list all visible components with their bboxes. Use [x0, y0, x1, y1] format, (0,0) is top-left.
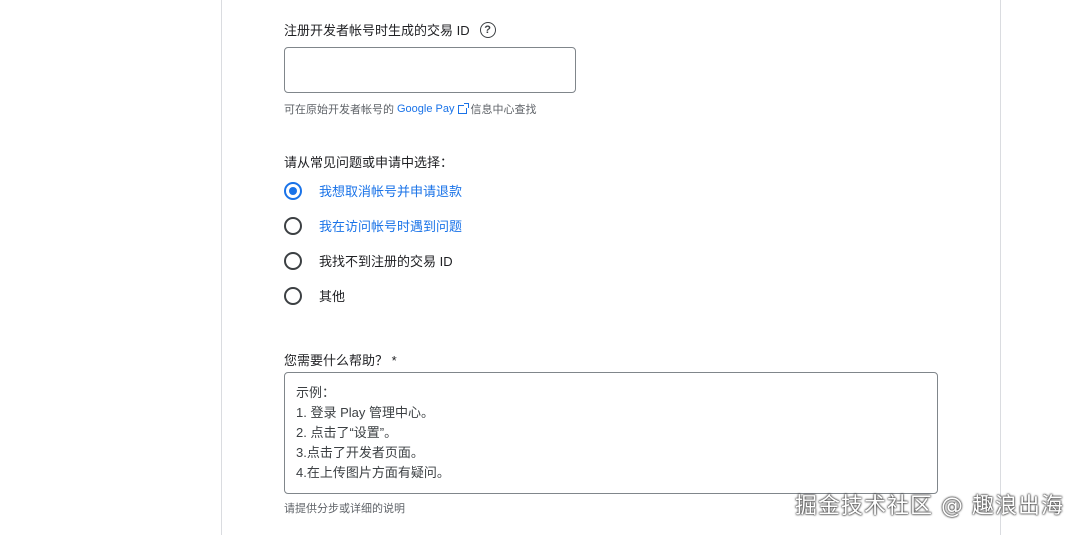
radio-option-label: 我找不到注册的交易 ID	[319, 254, 453, 269]
radio-option-access-problem[interactable]: 我在访问帐号时遇到问题	[284, 216, 462, 235]
radio-unchecked-icon[interactable]	[284, 216, 302, 235]
content-border-left	[221, 0, 222, 535]
transaction-id-input[interactable]	[284, 47, 576, 93]
help-needed-textarea[interactable]: 示例： 1. 登录 Play 管理中心。 2. 点击了“设置”。 3.点击了开发…	[284, 372, 938, 494]
google-pay-link-label: Google Pay	[397, 103, 455, 115]
transaction-id-label-row: 注册开发者帐号时生成的交易 ID ?	[284, 20, 496, 39]
radio-checked-icon[interactable]	[284, 181, 302, 200]
radio-option-label: 我在访问帐号时遇到问题	[319, 219, 463, 234]
transaction-id-label: 注册开发者帐号时生成的交易 ID	[284, 23, 470, 38]
radio-option-label: 我想取消帐号并申请退款	[319, 184, 463, 199]
radio-option-cancel-refund[interactable]: 我想取消帐号并申请退款	[284, 181, 462, 200]
help-needed-label: 您需要什么帮助？ *	[284, 353, 397, 368]
content-border-right	[1000, 0, 1001, 535]
radio-unchecked-icon[interactable]	[284, 251, 302, 270]
watermark: 掘金技术社区 @ 趣浪出海	[795, 494, 1064, 519]
question-label: 请从常见问题或申请中选择：	[284, 155, 454, 170]
hint-prefix: 可在原始开发者帐号的	[284, 104, 394, 116]
google-pay-link[interactable]: Google Pay	[397, 102, 470, 115]
support-form-page: 注册开发者帐号时生成的交易 ID ? 可在原始开发者帐号的 Google Pay…	[0, 0, 1080, 535]
external-link-icon	[458, 102, 470, 114]
hint-suffix: 信息中心查找	[470, 104, 537, 116]
radio-option-other[interactable]: 其他	[284, 286, 345, 305]
radio-option-label: 其他	[319, 289, 346, 304]
radio-option-missing-transaction-id[interactable]: 我找不到注册的交易 ID	[284, 251, 453, 270]
help-icon[interactable]: ?	[479, 21, 496, 38]
transaction-id-hint: 可在原始开发者帐号的 Google Pay 信息中心查找	[284, 101, 536, 117]
help-needed-hint: 请提供分步或详细的说明	[284, 503, 405, 515]
radio-unchecked-icon[interactable]	[284, 286, 302, 305]
